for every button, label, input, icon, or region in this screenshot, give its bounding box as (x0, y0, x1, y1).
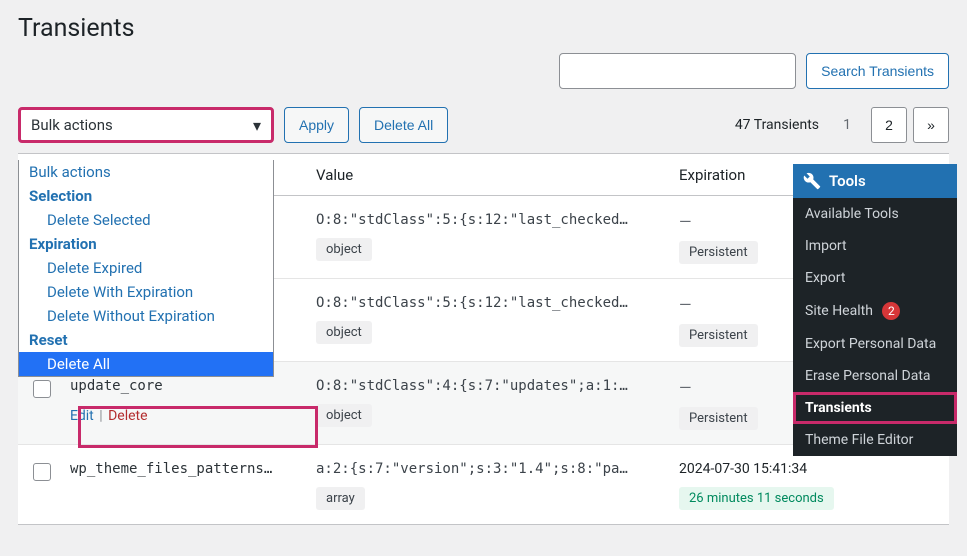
action-row: Bulk actions ▾ Apply Delete All 47 Trans… (0, 107, 967, 153)
type-badge: object (316, 321, 372, 344)
persist-badge: Persistent (679, 407, 758, 430)
tools-title: Tools (829, 172, 866, 190)
action-left: Bulk actions ▾ Apply Delete All (18, 107, 448, 143)
row-value: a:2:{s:7:"version";s:3:"1.4";s:8:"pa… (316, 461, 636, 477)
type-badge: array (316, 487, 365, 510)
tools-erase-personal[interactable]: Erase Personal Data (793, 360, 957, 392)
row-value: O:8:"stdClass":4:{s:7:"updates";a:1:… (316, 378, 636, 394)
bulk-actions-dropdown[interactable]: Bulk actions Selection Delete Selected E… (18, 160, 274, 377)
header-value[interactable]: Value (306, 166, 669, 184)
tools-theme-file-editor[interactable]: Theme File Editor (793, 424, 957, 456)
chevron-down-icon: ▾ (253, 116, 261, 135)
tools-site-health-label: Site Health (805, 303, 873, 319)
tools-header[interactable]: Tools (793, 164, 957, 198)
delete-link[interactable]: Delete (108, 408, 147, 424)
tools-export[interactable]: Export (793, 262, 957, 294)
type-badge: object (316, 238, 372, 261)
row-name[interactable]: update_core (70, 378, 290, 394)
tools-flyout: Tools Available Tools Import Export Site… (793, 164, 957, 456)
persist-badge: Persistent (679, 241, 758, 264)
option-delete-expired[interactable]: Delete Expired (19, 256, 273, 280)
bulk-actions-label: Bulk actions (31, 116, 113, 134)
persist-badge: 26 minutes 11 seconds (679, 487, 834, 510)
persist-badge: Persistent (679, 324, 758, 347)
option-bulk-actions[interactable]: Bulk actions (19, 160, 273, 184)
row-name[interactable]: wp_theme_files_patterns… (70, 461, 290, 477)
row-value: O:8:"stdClass":5:{s:12:"last_checked… (316, 212, 636, 228)
site-health-badge: 2 (882, 302, 900, 320)
bulk-actions-select[interactable]: Bulk actions ▾ (18, 107, 274, 143)
option-delete-without-expiration[interactable]: Delete Without Expiration (19, 304, 273, 328)
table-row: wp_theme_files_patterns… a:2:{s:7:"versi… (18, 445, 949, 524)
action-right: 47 Transients 1 2 » (735, 107, 949, 143)
option-delete-selected[interactable]: Delete Selected (19, 208, 273, 232)
type-badge: object (316, 404, 372, 427)
group-selection: Selection (19, 184, 273, 208)
transients-count: 47 Transients (735, 117, 819, 133)
pagination: 1 2 » (829, 107, 949, 143)
page-1: 1 (829, 107, 865, 143)
tools-import[interactable]: Import (793, 230, 957, 262)
group-reset: Reset (19, 328, 273, 352)
tools-transients[interactable]: Transients (793, 392, 957, 424)
wrench-icon (803, 172, 821, 190)
page-2[interactable]: 2 (871, 107, 907, 143)
delete-all-button[interactable]: Delete All (359, 107, 448, 143)
tools-site-health[interactable]: Site Health 2 (793, 294, 957, 328)
page-title: Transients (0, 0, 967, 43)
tools-export-personal[interactable]: Export Personal Data (793, 328, 957, 360)
group-expiration: Expiration (19, 232, 273, 256)
tools-available[interactable]: Available Tools (793, 198, 957, 230)
edit-link[interactable]: Edit (70, 408, 94, 424)
row-checkbox[interactable] (33, 380, 51, 398)
page-next[interactable]: » (913, 107, 949, 143)
option-delete-with-expiration[interactable]: Delete With Expiration (19, 280, 273, 304)
separator: | (99, 408, 102, 424)
apply-button[interactable]: Apply (284, 107, 349, 143)
search-transients-button[interactable]: Search Transients (806, 53, 949, 89)
row-checkbox[interactable] (33, 463, 51, 481)
search-input[interactable] (559, 53, 796, 89)
search-controls: Search Transients (0, 43, 967, 107)
row-expiration: 2024-07-30 15:41:34 (679, 461, 949, 477)
row-actions: Edit | Delete (70, 408, 306, 424)
row-value: O:8:"stdClass":5:{s:12:"last_checked… (316, 295, 636, 311)
option-delete-all[interactable]: Delete All (19, 352, 273, 376)
